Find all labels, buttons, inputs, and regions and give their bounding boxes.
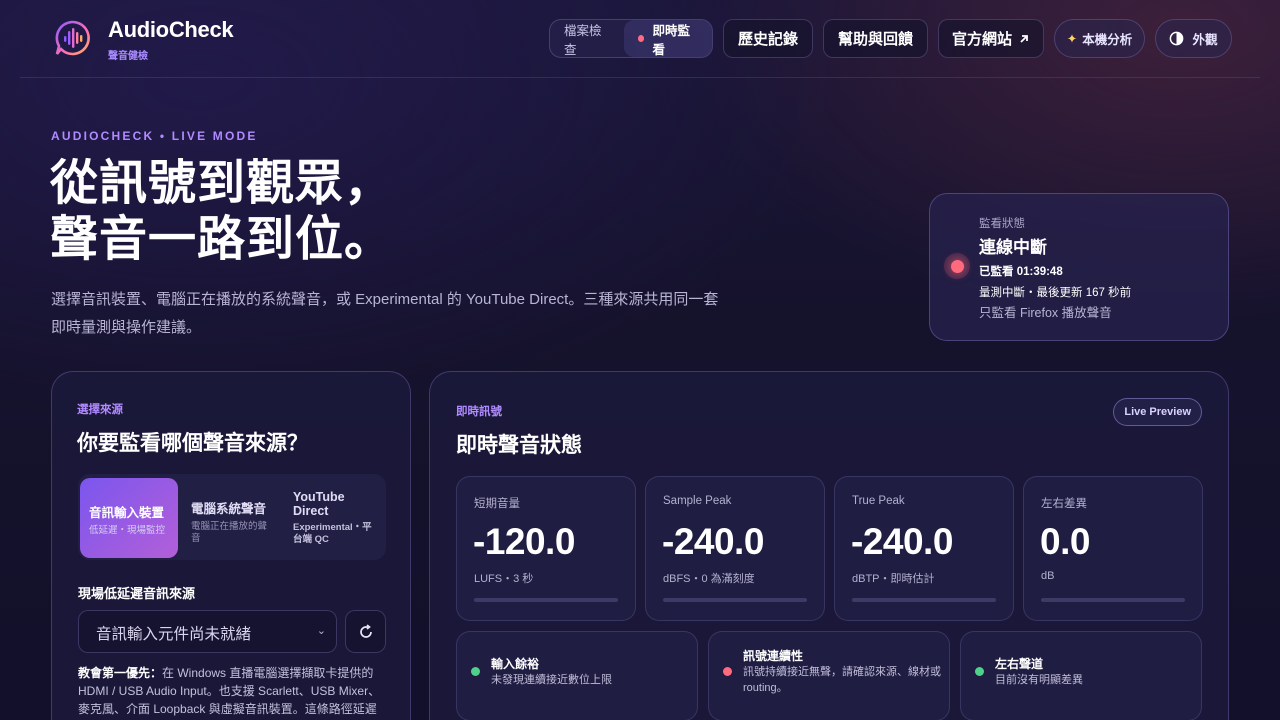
audiocheck-logo-icon[interactable] bbox=[52, 18, 92, 58]
source-tab-desc: Experimental・平台端 QC bbox=[293, 522, 372, 545]
metric-level-bar bbox=[1041, 598, 1185, 602]
check-status-dot-icon bbox=[723, 667, 732, 676]
monitor-status-card: 監看狀態 連線中斷 已監看 01:39:48 量測中斷・最後更新 167 秒前 … bbox=[929, 193, 1229, 341]
check-status-dot-icon bbox=[471, 667, 480, 676]
metric-label: 左右差異 bbox=[1041, 498, 1087, 510]
metric-unit: dBFS・0 為滿刻度 bbox=[663, 573, 755, 585]
status-dot-icon bbox=[950, 259, 964, 273]
metric-unit: LUFS・3 秒 bbox=[474, 573, 534, 585]
check-desc: 目前沒有明顯差異 bbox=[995, 674, 1083, 686]
status-elapsed: 已監看 01:39:48 bbox=[979, 266, 1063, 278]
source-tab-desc: 低延遲・現場監控 bbox=[89, 525, 166, 536]
source-eyebrow: 選擇來源 bbox=[77, 404, 123, 416]
official-website-link[interactable]: 官方網站 bbox=[938, 19, 1044, 58]
source-title: 你要監看哪個聲音來源？ bbox=[77, 432, 308, 455]
refresh-devices-button[interactable] bbox=[345, 610, 386, 653]
hero-title-line2: 聲音一路到位。 bbox=[50, 213, 394, 266]
status-detail: 量測中斷・最後更新 167 秒前 bbox=[979, 287, 1132, 299]
source-tab-title: 電腦系統聲音 bbox=[191, 502, 267, 516]
hero-desc-line1: 選擇音訊裝置、電腦正在播放的系統聲音，或 Experimental 的 YouT… bbox=[51, 291, 719, 308]
source-tab-youtube-direct[interactable]: YouTube Direct Experimental・平台端 QC bbox=[284, 478, 384, 558]
help-label: 幫助與回饋 bbox=[837, 31, 913, 48]
external-link-icon bbox=[1020, 34, 1028, 43]
live-title: 即時聲音狀態 bbox=[456, 434, 582, 457]
source-tab-desc: 電腦正在播放的聲音 bbox=[191, 521, 268, 544]
hero-title: 從訊號到觀眾， 聲音一路到位。 bbox=[50, 156, 393, 268]
source-note: 教會第一優先：在 Windows 直播電腦選擇擷取卡提供的 HDMI / USB… bbox=[78, 664, 388, 718]
website-label: 官方網站 bbox=[951, 31, 1012, 48]
history-label: 歷史記錄 bbox=[737, 31, 798, 48]
source-section-title: 現場低延遲音訊來源 bbox=[78, 586, 196, 601]
live-preview-badge: Live Preview bbox=[1113, 398, 1202, 426]
history-button[interactable]: 歷史記錄 bbox=[723, 19, 813, 58]
brand-name: AudioCheck bbox=[108, 17, 234, 42]
mode-file-check-tab[interactable]: 檔案檢查 bbox=[550, 20, 624, 57]
metric-lr-difference: 左右差異 0.0 dB bbox=[1023, 476, 1203, 621]
metric-unit: dB bbox=[1041, 570, 1055, 582]
contrast-icon bbox=[1170, 31, 1184, 46]
metric-value: -120.0 bbox=[473, 521, 575, 562]
metric-level-bar bbox=[474, 598, 618, 602]
check-desc: 未發現連續接近數位上限 bbox=[491, 674, 612, 686]
hero-desc-line2: 即時量測與操作建議。 bbox=[51, 319, 202, 336]
live-eyebrow: 即時訊號 bbox=[456, 406, 502, 418]
metric-label: True Peak bbox=[852, 495, 905, 507]
check-stereo-channels: 左右聲道 目前沒有明顯差異 bbox=[960, 631, 1202, 720]
hero-description: 選擇音訊裝置、電腦正在播放的系統聲音，或 Experimental 的 YouT… bbox=[51, 286, 791, 342]
status-label: 監看狀態 bbox=[979, 218, 1025, 230]
mode-live-tab[interactable]: 即時監看 bbox=[624, 20, 712, 57]
help-feedback-button[interactable]: 幫助與回饋 bbox=[823, 19, 928, 58]
sparkle-icon: ✦ bbox=[1066, 32, 1078, 46]
source-tab-system-audio[interactable]: 電腦系統聲音 電腦正在播放的聲音 bbox=[182, 478, 280, 558]
source-panel: 選擇來源 你要監看哪個聲音來源？ 音訊輸入裝置 低延遲・現場監控 電腦系統聲音 … bbox=[51, 371, 411, 720]
metric-short-term-loudness: 短期音量 -120.0 LUFS・3 秒 bbox=[456, 476, 636, 621]
check-signal-continuity: 訊號連續性 訊號持續接近無聲，請確認來源、線材或 routing。 bbox=[708, 631, 950, 720]
live-dot-icon bbox=[638, 35, 645, 42]
check-title: 左右聲道 bbox=[995, 657, 1044, 671]
check-status-dot-icon bbox=[975, 667, 984, 676]
check-desc: 訊號持續接近無聲，請確認來源、線材或 routing。 bbox=[743, 666, 941, 694]
metric-label: 短期音量 bbox=[474, 498, 520, 510]
metric-level-bar bbox=[663, 598, 807, 602]
metric-value: 0.0 bbox=[1040, 521, 1090, 562]
metric-value: -240.0 bbox=[851, 521, 953, 562]
source-tab-audio-input[interactable]: 音訊輸入裝置 低延遲・現場監控 bbox=[80, 478, 178, 558]
appearance-label: 外觀 bbox=[1192, 33, 1218, 47]
metric-level-bar bbox=[852, 598, 996, 602]
top-header: AudioCheck 聲音健檢 檔案檢查 即時監看 歷史記錄 幫助與回饋 官方網… bbox=[20, 0, 1260, 78]
source-tab-title: 音訊輸入裝置 bbox=[89, 506, 165, 520]
mode-live-label: 即時監看 bbox=[652, 23, 690, 57]
metric-true-peak: True Peak -240.0 dBTP・即時估計 bbox=[834, 476, 1014, 621]
source-note-bold: 教會第一優先： bbox=[78, 666, 163, 680]
chevron-down-icon: ⌄ bbox=[316, 625, 326, 637]
metric-sample-peak: Sample Peak -240.0 dBFS・0 為滿刻度 bbox=[645, 476, 825, 621]
check-input-headroom: 輸入餘裕 未發現連續接近數位上限 bbox=[456, 631, 698, 720]
hero-eyebrow: AUDIOCHECK • LIVE MODE bbox=[51, 129, 258, 143]
metric-value: -240.0 bbox=[662, 521, 764, 562]
status-title: 連線中斷 bbox=[979, 238, 1047, 257]
hero-title-line1: 從訊號到觀眾， bbox=[50, 157, 394, 210]
status-scope: 只監看 Firefox 播放聲音 bbox=[979, 306, 1112, 320]
metric-unit: dBTP・即時估計 bbox=[852, 573, 935, 585]
mode-switch: 檔案檢查 即時監看 bbox=[549, 19, 713, 58]
check-title: 輸入餘裕 bbox=[491, 657, 540, 671]
mode-file-check-label: 檔案檢查 bbox=[564, 23, 602, 57]
local-analysis-button[interactable]: ✦ 本機分析 bbox=[1054, 19, 1145, 58]
appearance-button[interactable]: 外觀 bbox=[1155, 19, 1232, 58]
audio-input-select-value: 音訊輸入元件尚未就緒 bbox=[96, 626, 252, 643]
metric-label: Sample Peak bbox=[663, 495, 732, 507]
source-tabs: 音訊輸入裝置 低延遲・現場監控 電腦系統聲音 電腦正在播放的聲音 YouTube… bbox=[78, 474, 386, 560]
status-indicator bbox=[944, 253, 970, 279]
audio-input-select[interactable]: 音訊輸入元件尚未就緒 ⌄ bbox=[78, 610, 337, 653]
refresh-icon bbox=[359, 623, 372, 638]
check-title: 訊號連續性 bbox=[743, 649, 804, 663]
local-analysis-label: 本機分析 bbox=[1082, 33, 1133, 47]
source-tab-title: YouTube Direct bbox=[293, 490, 345, 518]
live-panel: 即時訊號 即時聲音狀態 Live Preview 短期音量 -120.0 LUF… bbox=[429, 371, 1229, 720]
brand-subtitle: 聲音健檢 bbox=[108, 51, 148, 62]
